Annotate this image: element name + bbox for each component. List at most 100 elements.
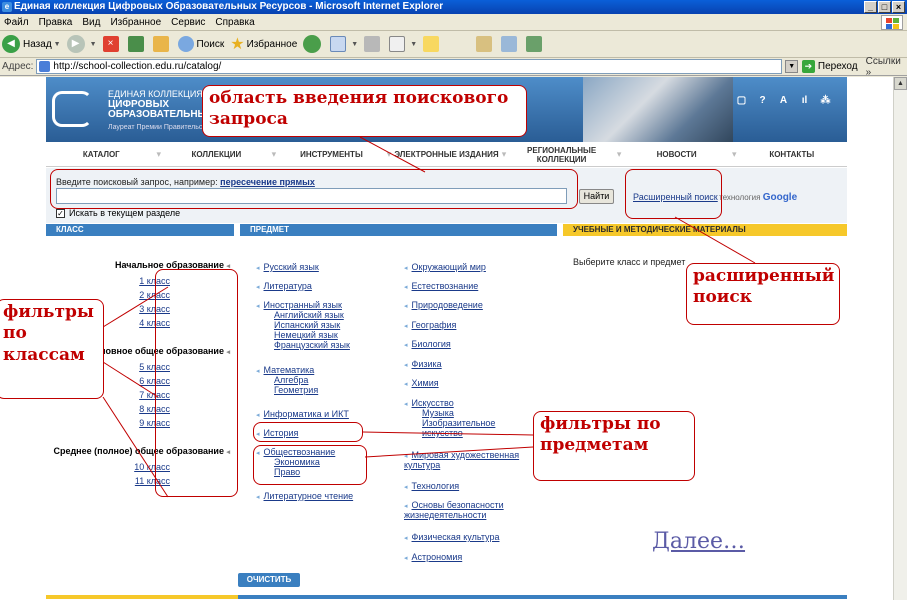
nav-contacts[interactable]: КОНТАКТЫ [736, 150, 847, 159]
stats-icon[interactable]: ıl [799, 95, 810, 106]
mail-button[interactable]: ▼ [330, 36, 358, 52]
subject-link[interactable]: Природоведение [412, 300, 483, 310]
subject-item[interactable]: ◂ География [404, 320, 456, 330]
bullet-icon: ◂ [404, 284, 408, 291]
nav-news[interactable]: НОВОСТИ [621, 150, 732, 159]
subject-link[interactable]: География [412, 320, 457, 330]
subject-item[interactable]: ◂ Технология [404, 481, 459, 491]
refresh-button[interactable] [127, 36, 147, 52]
next-link[interactable]: Далее… [652, 529, 745, 554]
dropdown-arrow-icon[interactable]: ▼ [54, 41, 61, 48]
subject-link[interactable]: Естествознание [412, 281, 479, 291]
search-in-section-checkbox[interactable]: ✓ [56, 208, 65, 218]
subject-item[interactable]: ◂ Астрономия [404, 552, 462, 562]
subject-item[interactable]: ◂ Физика [404, 359, 442, 369]
subject-link[interactable]: Информатика и ИКТ [264, 409, 349, 419]
subject-link[interactable]: Русский язык [264, 262, 319, 272]
nav-collections[interactable]: КОЛЛЕКЦИИ [161, 150, 272, 159]
close-button[interactable]: × [892, 1, 905, 13]
nav-tools[interactable]: ИНСТРУМЕНТЫ [276, 150, 387, 159]
subject-link[interactable]: Технология [412, 481, 460, 491]
subject-item[interactable]: ◂ Литература [256, 281, 312, 291]
dropdown-arrow-icon[interactable]: ▼ [351, 41, 358, 48]
edit-button[interactable]: ▼ [389, 36, 417, 52]
subject-link[interactable]: Астрономия [412, 552, 463, 562]
dropdown-arrow-icon[interactable]: ▼ [410, 41, 417, 48]
menu-help[interactable]: Справка [215, 17, 254, 28]
home-button[interactable] [152, 36, 172, 52]
subject-sub-link[interactable]: Испанский язык [256, 320, 350, 330]
subject-item[interactable]: ◂ Математика Алгебра Геометрия [256, 365, 318, 395]
search-button[interactable]: Поиск [177, 36, 224, 52]
subject-item[interactable]: ◂ Окружающий мир [404, 262, 486, 272]
back-button[interactable]: ◀ Назад ▼ [2, 35, 61, 53]
history-highlight-ring [253, 422, 363, 442]
subject-item[interactable]: ◂ Биология [404, 339, 451, 349]
subject-link[interactable]: Искусство [412, 398, 454, 408]
site-logo-icon[interactable] [52, 91, 92, 127]
font-icon[interactable]: A [778, 95, 789, 106]
nav-catalog[interactable]: КАТАЛОГ [46, 150, 157, 159]
menu-file[interactable]: Файл [4, 17, 29, 28]
subject-sub-link[interactable]: Немецкий язык [256, 330, 350, 340]
messenger-button[interactable] [501, 36, 520, 52]
subject-item[interactable]: ◂ Русский язык [256, 262, 319, 272]
subject-item[interactable]: ◂ Мировая художественная культура [404, 450, 554, 470]
clear-button[interactable]: ОЧИСТИТЬ [238, 573, 300, 587]
subject-sub-link[interactable]: Музыка [404, 408, 554, 418]
map-icon[interactable]: ⁂ [820, 95, 831, 106]
subject-item[interactable]: ◂ Естествознание [404, 281, 478, 291]
subject-link[interactable]: Физика [412, 359, 442, 369]
subject-item[interactable]: ◂ Основы безопасности жизнедеятельности [404, 500, 544, 520]
subject-item[interactable]: ◂ Информатика и ИКТ [256, 409, 349, 419]
address-input[interactable]: http://school-collection.edu.ru/catalog/ [36, 59, 783, 74]
vertical-scrollbar[interactable]: ▲ [893, 77, 907, 600]
research-button[interactable] [476, 36, 495, 52]
subject-link[interactable]: Иностранный язык [264, 300, 342, 310]
subject-link[interactable]: Основы безопасности жизнедеятельности [404, 500, 504, 520]
print-button[interactable] [364, 36, 383, 52]
go-button[interactable]: ➔ Переход [801, 60, 858, 73]
minimize-button[interactable]: _ [864, 1, 877, 13]
menu-view[interactable]: Вид [82, 17, 100, 28]
scroll-up-icon[interactable]: ▲ [894, 77, 907, 90]
subject-sub-link[interactable]: Французский язык [256, 340, 350, 350]
find-button[interactable]: Найти [579, 189, 614, 204]
subject-item[interactable]: ◂ Химия [404, 378, 439, 388]
links-button[interactable]: Ссылки » [866, 56, 907, 78]
subject-link[interactable]: Химия [412, 378, 439, 388]
subject-link[interactable]: Литературное чтение [264, 491, 354, 501]
sitemap-icon[interactable]: ▢ [736, 95, 747, 106]
subject-link[interactable]: Биология [412, 339, 451, 349]
subject-sub-link[interactable]: Изобразительное искусство [404, 418, 514, 438]
folder-button[interactable] [423, 36, 442, 52]
dropdown-arrow-icon[interactable]: ▼ [90, 41, 97, 48]
subject-link[interactable]: Окружающий мир [412, 262, 486, 272]
favorites-button[interactable]: ★ Избранное [230, 34, 297, 54]
nav-regional-collections[interactable]: РЕГИОНАЛЬНЫЕ КОЛЛЕКЦИИ [506, 146, 617, 164]
menu-tools[interactable]: Сервис [171, 17, 205, 28]
subject-item[interactable]: ◂ Иностранный язык Английский язык Испанс… [256, 300, 350, 350]
subject-sub-link[interactable]: Алгебра [256, 375, 318, 385]
subject-sub-link[interactable]: Геометрия [256, 385, 318, 395]
menu-edit[interactable]: Правка [39, 17, 73, 28]
people-button[interactable] [526, 36, 545, 52]
subject-link[interactable]: Мировая художественная культура [404, 450, 519, 470]
nav-e-editions[interactable]: ЭЛЕКТРОННЫЕ ИЗДАНИЯ [391, 150, 502, 159]
subject-link[interactable]: Литература [264, 281, 312, 291]
menu-favorites[interactable]: Избранное [110, 17, 161, 28]
history-button[interactable] [303, 35, 324, 53]
subject-link[interactable]: Математика [264, 365, 315, 375]
subject-sub-link[interactable]: Английский язык [256, 310, 350, 320]
subject-item[interactable]: ◂ Физическая культура [404, 532, 499, 542]
forward-button[interactable]: ▶ ▼ [66, 35, 97, 53]
subject-item[interactable]: ◂ Природоведение [404, 300, 483, 310]
maximize-button[interactable]: □ [878, 1, 891, 13]
search-in-section[interactable]: ✓ Искать в текущем разделе [56, 208, 180, 218]
subject-item[interactable]: ◂ Искусство Музыка Изобразительное искусс… [404, 398, 554, 438]
address-dropdown-icon[interactable]: ▼ [785, 60, 798, 73]
subject-link[interactable]: Физическая культура [412, 532, 500, 542]
stop-button[interactable]: × [102, 36, 122, 52]
subject-item[interactable]: ◂ Литературное чтение [256, 491, 353, 501]
help-icon[interactable]: ? [757, 95, 768, 106]
